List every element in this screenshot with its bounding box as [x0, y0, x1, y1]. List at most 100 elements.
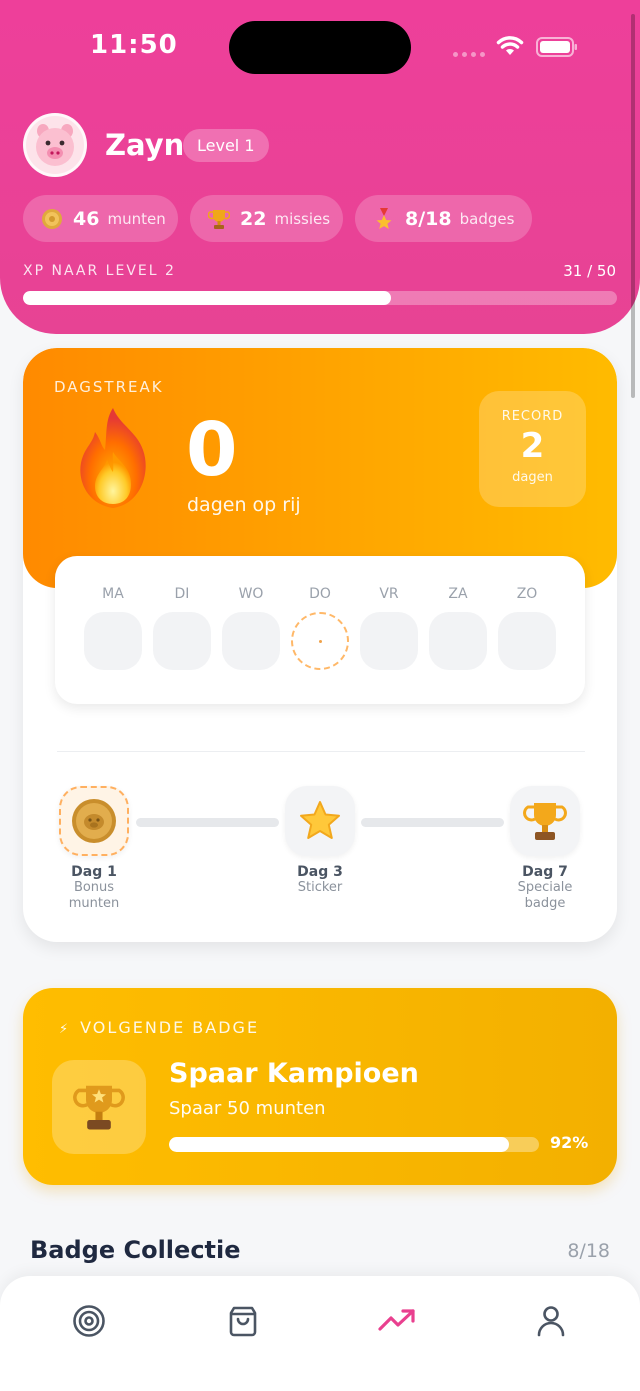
day-box — [222, 612, 280, 670]
pig-icon — [36, 124, 74, 166]
status-time: 11:50 — [90, 30, 178, 60]
milestone-day: Dag 1 — [71, 864, 117, 880]
record-box: RECORD 2 dagen — [479, 391, 586, 507]
day-box — [429, 612, 487, 670]
status-bar: 11:50 — [0, 0, 640, 96]
tab-shop[interactable] — [213, 1291, 273, 1351]
day-za: ZA — [429, 586, 487, 670]
badges-stat[interactable]: 8/18 badges — [355, 195, 532, 242]
tab-progress[interactable] — [367, 1291, 427, 1351]
streak-title: DAGSTREAK — [54, 378, 164, 396]
badges-label: badges — [459, 209, 515, 228]
cellular-signal-icon — [453, 52, 487, 58]
user-icon — [537, 1306, 565, 1337]
trophy-icon — [523, 803, 567, 840]
tab-profile[interactable] — [521, 1291, 581, 1351]
xp-progress-bar — [23, 291, 617, 305]
day-label: ZA — [448, 586, 468, 602]
badge-collection-title: Badge Collectie — [30, 1236, 241, 1264]
day-label: DI — [174, 586, 190, 602]
coins-label: munten — [107, 209, 166, 228]
milestone-connector — [136, 818, 279, 827]
next-badge-heading: VOLGENDE BADGE — [80, 1018, 260, 1037]
trophy-icon — [73, 1085, 125, 1130]
record-label: RECORD — [501, 409, 564, 424]
missions-label: missies — [274, 209, 331, 228]
day-box — [84, 612, 142, 670]
badge-progress-bar — [169, 1137, 539, 1152]
streak-count: 0 — [186, 407, 238, 493]
xp-label: XP NAAR LEVEL 2 — [23, 263, 176, 279]
level-badge: Level 1 — [183, 129, 269, 162]
day-label: ZO — [516, 586, 538, 602]
day-label: VR — [379, 586, 399, 602]
record-unit: dagen — [512, 470, 553, 485]
day-label: WO — [238, 586, 264, 602]
streak-subtitle: dagen op rij — [187, 494, 301, 516]
wifi-icon — [496, 36, 524, 55]
xp-progress-fill — [23, 291, 392, 305]
day-box — [498, 612, 556, 670]
badge-collection-count: 8/18 — [567, 1240, 610, 1262]
trending-up-icon — [378, 1309, 415, 1331]
scrollbar[interactable] — [631, 14, 635, 398]
milestone-desc: Sticker — [297, 880, 343, 895]
xp-value: 31 / 50 — [563, 262, 616, 280]
target-icon — [73, 1305, 105, 1337]
milestone-day: Dag 3 — [297, 864, 343, 880]
avatar[interactable] — [23, 113, 87, 177]
profile-header: 11:50 Zayn Level 1 46 munten 22 missies … — [0, 0, 640, 334]
next-badge-card[interactable]: ⚡ VOLGENDE BADGE Spaar Kampioen Spaar 50 … — [23, 988, 617, 1185]
day-label: MA — [102, 586, 124, 602]
streak-card: DAGSTREAK 0 dagen op rij RECORD 2 dagen … — [23, 348, 617, 942]
day-ma: MA — [84, 586, 142, 670]
fire-icon — [80, 408, 146, 508]
coin-icon — [72, 799, 116, 843]
coin-icon — [41, 208, 63, 230]
shopping-bag-icon — [229, 1306, 257, 1337]
streak-banner: DAGSTREAK 0 dagen op rij RECORD 2 dagen — [23, 348, 617, 588]
missions-stat[interactable]: 22 missies — [190, 195, 343, 242]
coins-value: 46 — [73, 207, 100, 230]
day-do: DO — [291, 586, 349, 670]
day-vr: VR — [360, 586, 418, 670]
milestone-day-7: Dag 7 Speciale badge — [500, 786, 590, 912]
trophy-icon — [208, 208, 230, 230]
lightning-icon: ⚡ — [59, 1022, 71, 1037]
milestone-day: Dag 7 — [522, 864, 568, 880]
milestone-desc: Bonus munten — [68, 880, 120, 911]
day-label: DO — [309, 586, 331, 602]
missions-value: 22 — [240, 207, 267, 230]
milestone-box — [510, 786, 580, 856]
tab-bar — [0, 1276, 640, 1391]
username: Zayn — [105, 128, 185, 162]
record-value: 2 — [520, 426, 545, 466]
badge-icon-box — [52, 1060, 146, 1154]
medal-icon — [373, 207, 395, 230]
milestone-desc: Speciale badge — [517, 880, 573, 911]
day-box — [360, 612, 418, 670]
milestone-box — [285, 786, 355, 856]
star-icon — [300, 801, 340, 839]
day-di: DI — [153, 586, 211, 670]
divider — [57, 751, 585, 752]
milestone-day-3: Dag 3 Sticker — [275, 786, 365, 896]
next-badge-header: ⚡ VOLGENDE BADGE — [59, 1018, 259, 1037]
milestone-day-1: Dag 1 Bonus munten — [49, 786, 139, 912]
week-calendar: MA DI WO DO VR ZA ZO — [55, 556, 585, 704]
day-box — [153, 612, 211, 670]
battery-icon — [536, 37, 577, 57]
milestone-connector — [361, 818, 504, 827]
day-wo: WO — [222, 586, 280, 670]
coins-stat[interactable]: 46 munten — [23, 195, 178, 242]
dynamic-island — [229, 21, 411, 74]
milestone-box — [59, 786, 129, 856]
tab-missions[interactable] — [59, 1291, 119, 1351]
badge-description: Spaar 50 munten — [169, 1098, 326, 1119]
badge-progress-percent: 92% — [550, 1133, 589, 1152]
badge-name: Spaar Kampioen — [169, 1058, 419, 1089]
badges-value: 8/18 — [405, 207, 452, 230]
badge-progress-fill — [169, 1137, 510, 1152]
day-zo: ZO — [498, 586, 556, 670]
today-box — [291, 612, 349, 670]
